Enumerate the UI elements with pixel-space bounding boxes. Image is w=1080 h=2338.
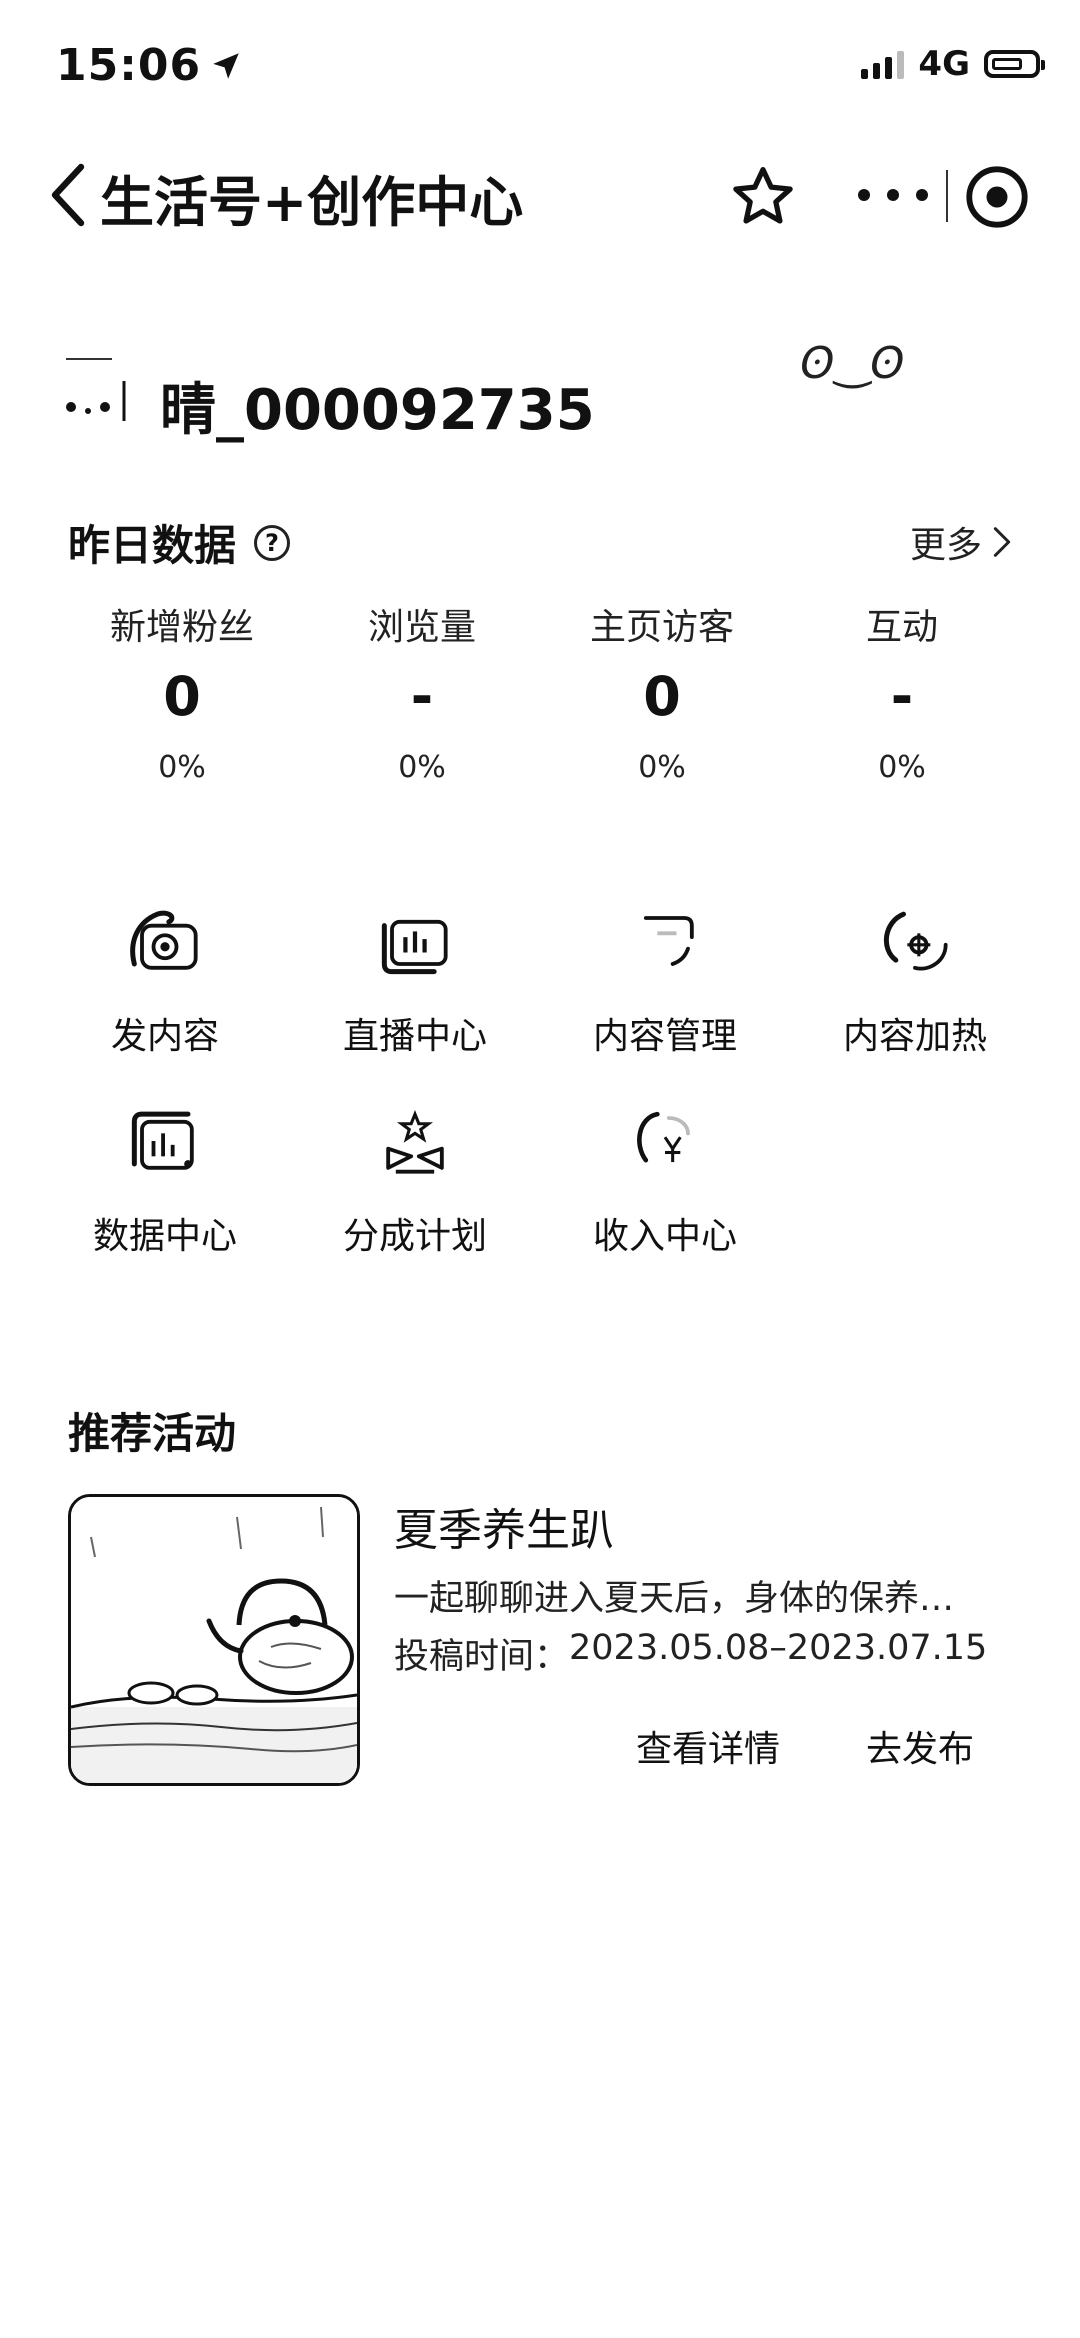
tool-label: 内容加热: [842, 1016, 987, 1057]
activity-date: 投稿时间： 2023.05.08–2023.07.15: [394, 1628, 987, 1679]
star-icon: [733, 166, 793, 224]
stat-change: 0%: [158, 750, 206, 785]
nav-divider: [946, 170, 948, 222]
more-dot-icon: [858, 189, 870, 201]
boost-icon: [883, 911, 948, 971]
stat-label: 新增粉丝: [109, 607, 254, 648]
yesterday-data-title: 昨日数据: [68, 521, 237, 570]
stat-change: 0%: [638, 750, 686, 785]
close-miniapp-button[interactable]: [962, 162, 1032, 232]
tool-label: 内容管理: [592, 1016, 737, 1057]
content-manage-icon: [643, 916, 694, 966]
teapot-image: [71, 1497, 357, 1783]
avatar[interactable]: [62, 355, 128, 427]
more-link[interactable]: 更多: [910, 516, 1012, 568]
stat-value: -: [890, 665, 914, 728]
tool-revenue-plan[interactable]: 分成计划: [310, 1095, 520, 1285]
stat-views[interactable]: 浏览量 - 0%: [302, 598, 542, 785]
network-type: 4G: [918, 44, 970, 84]
status-time-text: 15:06: [56, 40, 202, 91]
more-link-label: 更多: [909, 525, 982, 566]
tool-label: 分成计划: [342, 1216, 487, 1257]
stat-label: 浏览量: [367, 607, 476, 648]
stat-visitors[interactable]: 主页访客 0 0%: [542, 598, 782, 785]
tool-publish-content[interactable]: 发内容: [60, 895, 270, 1085]
status-time: 15:06: [56, 40, 243, 91]
signal-icon: [861, 49, 905, 79]
more-dot-icon: [916, 189, 928, 201]
view-details-button[interactable]: 查看详情: [636, 1720, 780, 1772]
activity-description: 一起聊聊进入夏天后，身体的保养…: [394, 1579, 955, 1619]
chart-icon: [131, 1111, 194, 1170]
more-dot-icon: [887, 189, 899, 201]
yesterday-data-header: 昨日数据 ?: [68, 512, 291, 573]
status-indicators: 4G: [861, 44, 1045, 84]
tool-content-manage[interactable]: 内容管理: [560, 895, 770, 1085]
stat-value: -: [410, 665, 434, 728]
stat-value: 0: [643, 665, 681, 728]
tool-label: 数据中心: [92, 1216, 237, 1257]
activity-thumbnail[interactable]: [68, 1494, 360, 1786]
live-icon: [381, 919, 448, 975]
tool-label: 收入中心: [592, 1216, 737, 1257]
stat-label: 主页访客: [589, 607, 734, 648]
income-icon: [637, 1111, 690, 1163]
username: 晴_000092735: [160, 378, 595, 443]
help-icon[interactable]: ?: [254, 524, 291, 561]
activity-section-title: 推荐活动: [68, 1409, 237, 1458]
activity-date-range: 2023.05.08–2023.07.15: [569, 1628, 988, 1668]
publish-button[interactable]: 去发布: [866, 1720, 974, 1772]
favorite-button[interactable]: [728, 162, 798, 232]
activity-name[interactable]: 夏季养生趴: [394, 1494, 614, 1558]
tool-content-boost[interactable]: 内容加热: [810, 895, 1020, 1085]
nav-bar: 生活号+创作中心: [0, 150, 1080, 240]
more-options-button[interactable]: [858, 160, 928, 230]
gift-icon: [386, 1110, 444, 1174]
stat-value: 0: [163, 665, 201, 728]
stats-row: 新增粉丝 0 0% 浏览量 - 0% 主页访客 0 0% 互动 - 0%: [62, 598, 1022, 785]
chevron-left-icon: [51, 163, 85, 227]
tool-label: 直播中心: [342, 1016, 487, 1057]
tool-data-center[interactable]: 数据中心: [60, 1095, 270, 1285]
battery-icon: [984, 50, 1045, 78]
camera-icon: [130, 910, 198, 970]
tool-income-center[interactable]: 收入中心: [560, 1095, 770, 1285]
page-title: 生活号+创作中心: [100, 171, 524, 234]
stat-label: 互动: [865, 607, 938, 648]
stat-change: 0%: [398, 750, 446, 785]
profile-decoration: ʘ‿ʘ: [800, 338, 905, 389]
tool-live-center[interactable]: 直播中心: [310, 895, 520, 1085]
location-arrow-icon: [213, 52, 239, 79]
target-icon: [966, 166, 1028, 228]
stat-interactions[interactable]: 互动 - 0%: [782, 598, 1022, 785]
chevron-right-icon: [993, 527, 1011, 557]
stat-change: 0%: [878, 750, 926, 785]
activity-date-label: 投稿时间：: [394, 1637, 570, 1677]
avatar-icon: [66, 358, 126, 421]
stat-new-fans[interactable]: 新增粉丝 0 0%: [62, 598, 302, 785]
back-button[interactable]: [44, 160, 94, 230]
tool-label: 发内容: [110, 1016, 219, 1057]
